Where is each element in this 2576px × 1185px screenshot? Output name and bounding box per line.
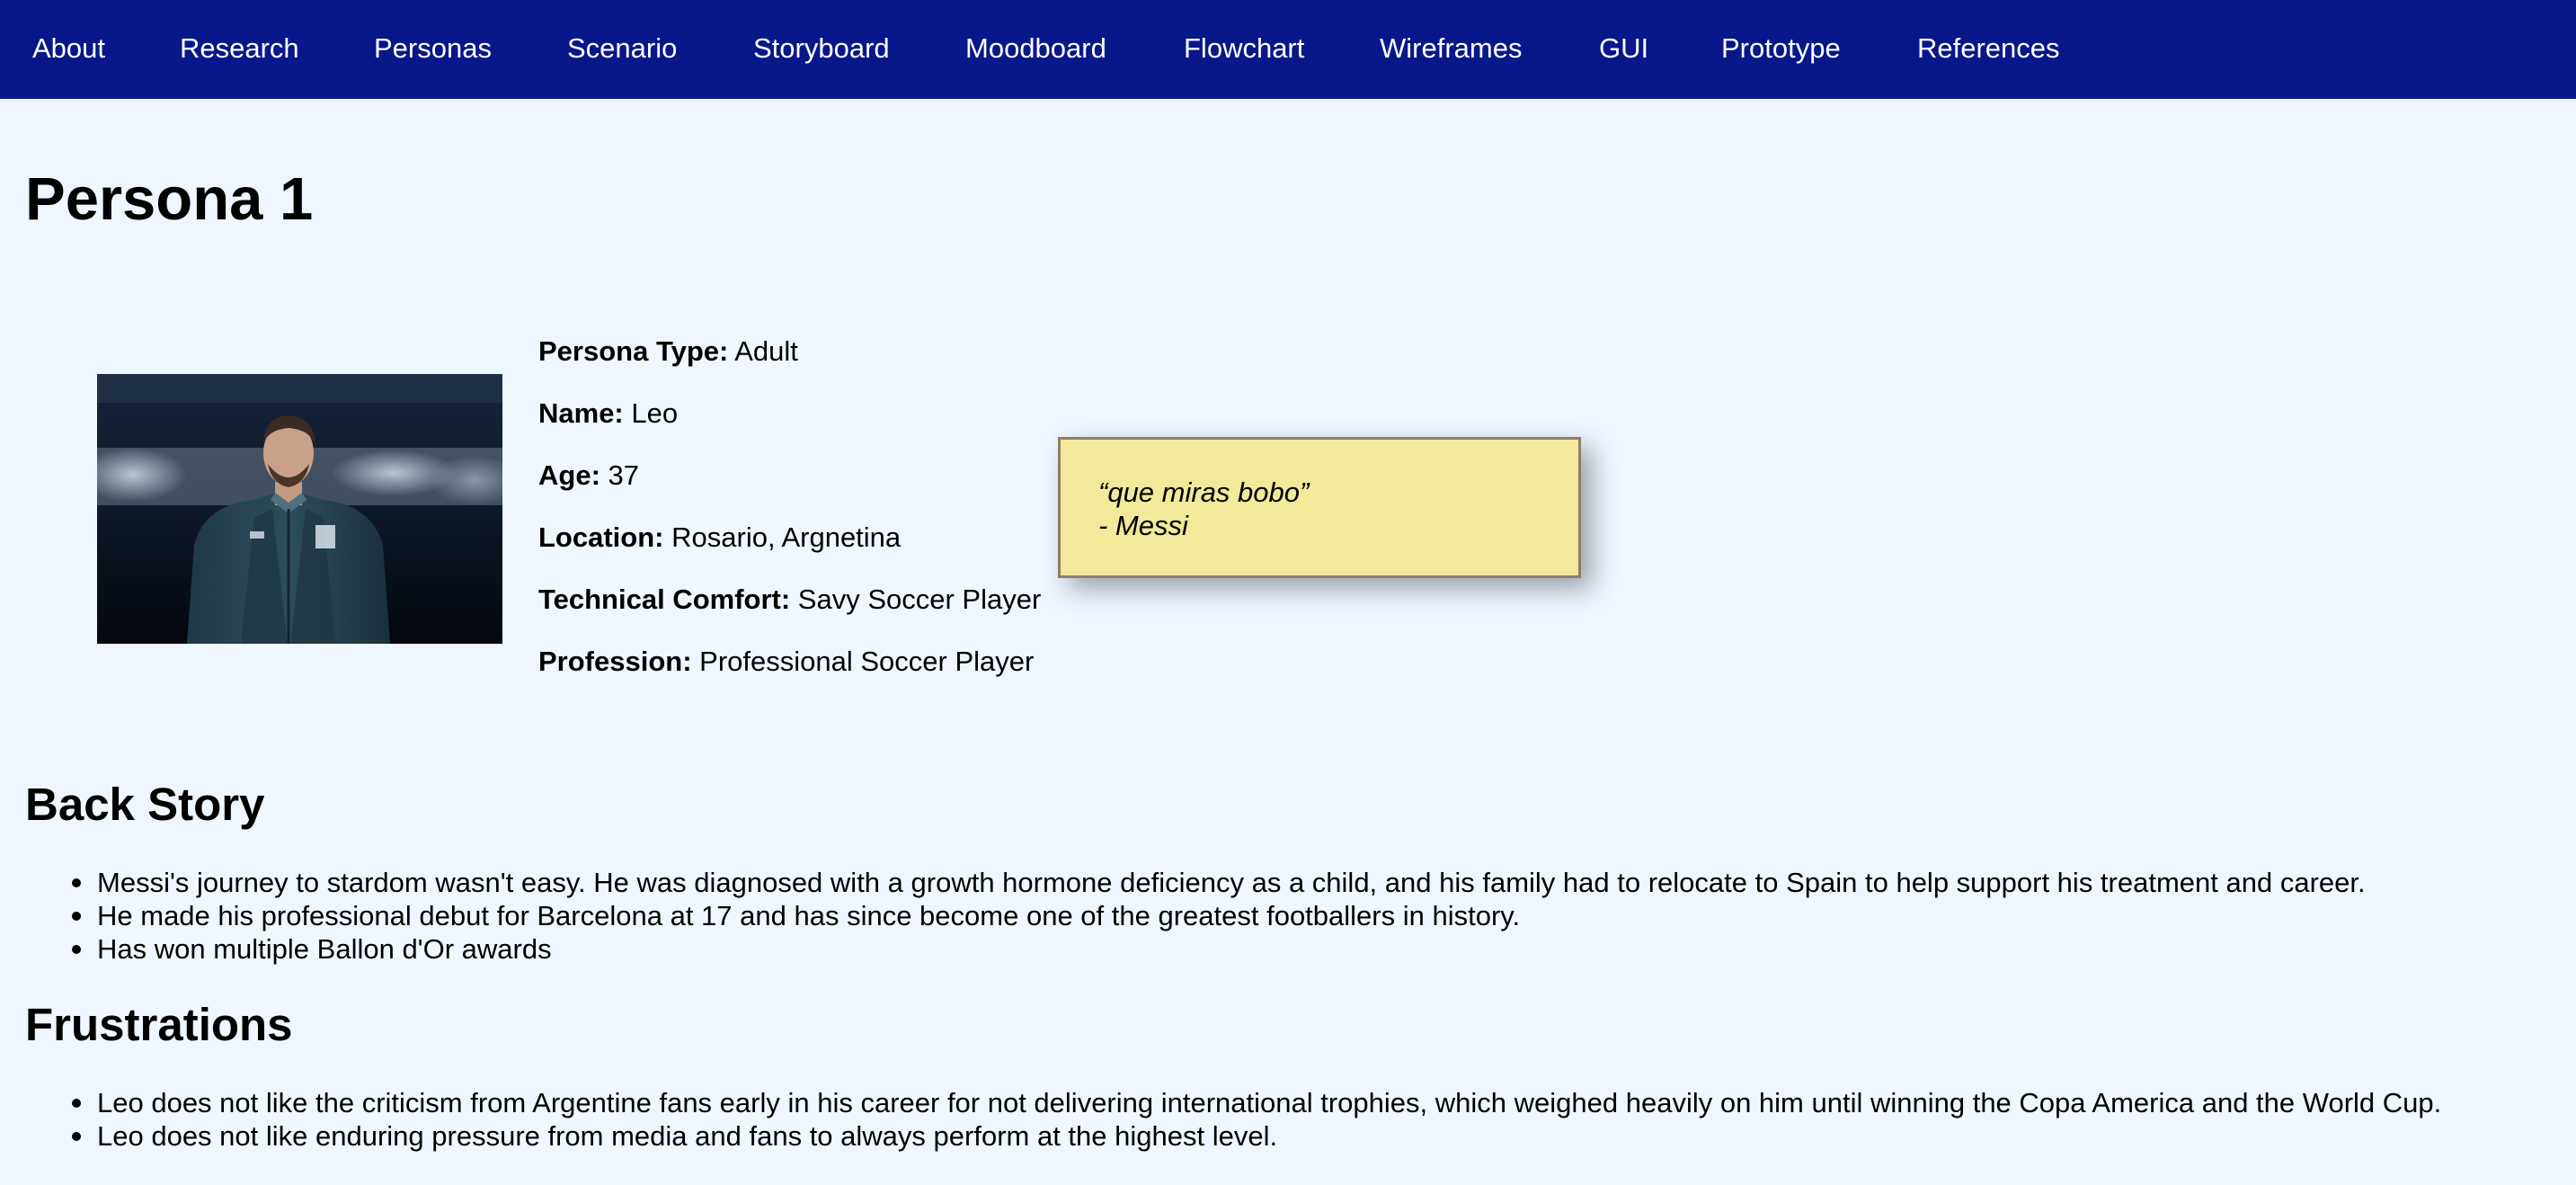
persona-photo (97, 374, 502, 644)
nav-link-wireframes[interactable]: Wireframes (1380, 0, 1522, 99)
nav-link-prototype[interactable]: Prototype (1721, 0, 1841, 99)
quote-note: “que miras bobo” - Messi (1058, 437, 1581, 578)
detail-value: Adult (734, 335, 798, 367)
detail-label: Location: (538, 521, 664, 553)
detail-value: Rosario, Argnetina (671, 521, 902, 553)
nav-link-about[interactable]: About (32, 0, 105, 99)
page-title: Persona 1 (25, 165, 314, 233)
frustrations-list: Leo does not like the criticism from Arg… (71, 1086, 2442, 1153)
list-item: Messi's journey to stardom wasn't easy. … (72, 867, 2366, 898)
detail-value: Professional Soccer Player (699, 646, 1035, 677)
detail-label: Persona Type: (538, 335, 729, 367)
nav-link-personas[interactable]: Personas (374, 0, 492, 99)
detail-label: Name: (538, 397, 624, 429)
back-story-list: Messi's journey to stardom wasn't easy. … (72, 866, 2366, 966)
detail-profession: Profession: Professional Soccer Player (538, 646, 1034, 678)
nav-link-flowchart[interactable]: Flowchart (1184, 0, 1304, 99)
quote-text: “que miras bobo” (1098, 477, 1310, 508)
detail-value: Savy Soccer Player (797, 584, 1042, 615)
detail-label: Technical Comfort: (538, 584, 791, 615)
top-navbar: About Research Personas Scenario Storybo… (0, 0, 2576, 99)
detail-technical-comfort: Technical Comfort: Savy Soccer Player (538, 584, 1041, 616)
detail-location: Location: Rosario, Argnetina (538, 521, 901, 554)
frustrations-heading: Frustrations (25, 999, 293, 1050)
detail-value: Leo (631, 397, 679, 429)
nav-link-gui[interactable]: GUI (1599, 0, 1648, 99)
quote-author: - Messi (1098, 510, 1188, 541)
nav-link-research[interactable]: Research (180, 0, 299, 99)
back-story-heading: Back Story (25, 779, 265, 830)
detail-persona-type: Persona Type: Adult (538, 335, 798, 368)
nav-link-references[interactable]: References (1917, 0, 2060, 99)
nav-link-storyboard[interactable]: Storyboard (753, 0, 890, 99)
detail-value: 37 (608, 459, 639, 491)
detail-name: Name: Leo (538, 397, 678, 430)
detail-label: Profession: (538, 646, 692, 677)
nav-link-moodboard[interactable]: Moodboard (965, 0, 1106, 99)
list-item: Has won multiple Ballon d'Or awards (72, 932, 2366, 966)
nav-link-scenario[interactable]: Scenario (567, 0, 677, 99)
detail-age: Age: 37 (538, 459, 639, 492)
detail-label: Age: (538, 459, 600, 491)
list-item: Leo does not like enduring pressure from… (71, 1119, 2441, 1153)
list-item: Leo does not like the criticism from Arg… (71, 1087, 2442, 1118)
list-item: He made his professional debut for Barce… (72, 899, 2366, 932)
